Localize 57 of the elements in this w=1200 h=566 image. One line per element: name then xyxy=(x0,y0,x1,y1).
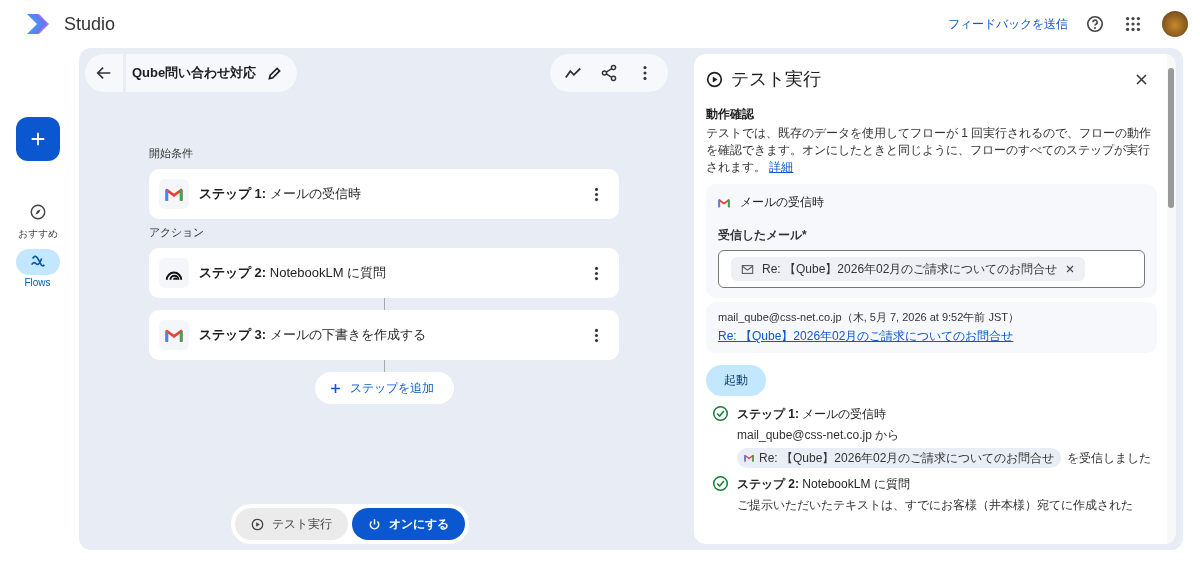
step-card[interactable]: ステップ 1: メールの受信時 xyxy=(149,169,619,219)
step-label: ステップ 1: メールの受信時 xyxy=(199,185,362,203)
add-step-button[interactable]: ステップを追加 xyxy=(314,372,454,404)
turn-on-button[interactable]: オンにする xyxy=(351,508,465,540)
plus-icon xyxy=(328,381,342,395)
email-chip[interactable]: Re: 【Qube】2026年02月のご請求についてのお問合せ xyxy=(737,448,1062,468)
step-card[interactable]: ステップ 2: NotebookLM に質問 xyxy=(149,248,619,298)
test-run-button[interactable]: テスト実行 xyxy=(234,508,348,540)
result-step-title: ステップ 1: メールの受信時 xyxy=(737,406,888,423)
step-card[interactable]: ステップ 3: メールの下書きを作成する xyxy=(149,310,619,360)
envelope-icon xyxy=(741,262,754,276)
mail-logo-icon xyxy=(165,186,183,202)
share-icon[interactable] xyxy=(600,64,618,82)
section-heading: アクション xyxy=(149,225,205,240)
section-heading: 動作確認 xyxy=(706,106,755,123)
start-button[interactable]: 起動 xyxy=(706,365,766,396)
user-avatar[interactable] xyxy=(1162,11,1188,37)
section-heading: 開始条件 xyxy=(149,146,194,161)
apps-grid-icon[interactable] xyxy=(1124,15,1142,33)
email-chip[interactable]: Re: 【Qube】2026年02月のご請求についてのお問合せ xyxy=(731,257,1086,281)
mail-logo-icon xyxy=(718,197,730,208)
power-icon xyxy=(367,517,381,531)
flow-title-field[interactable]: Qube問い合わせ対応 xyxy=(126,54,298,92)
rail-label: おすすめ xyxy=(17,227,58,241)
scrollbar[interactable] xyxy=(1167,54,1176,544)
step-label: ステップ 2: NotebookLM に質問 xyxy=(199,264,388,282)
result-step-title: ステップ 2: NotebookLM に質問 xyxy=(737,476,911,493)
rail-label: Flows xyxy=(24,277,51,288)
check-circle-icon xyxy=(712,475,729,492)
panel-title: テスト実行 xyxy=(731,68,821,91)
help-icon[interactable] xyxy=(1086,15,1104,33)
step-label: ステップ 3: メールの下書きを作成する xyxy=(199,326,427,344)
app-logo-icon xyxy=(25,11,51,37)
remove-icon[interactable] xyxy=(1065,264,1076,274)
back-button[interactable] xyxy=(85,54,123,92)
trigger-title: メールの受信時 xyxy=(740,194,824,211)
check-circle-icon xyxy=(712,405,729,422)
rail-item[interactable] xyxy=(15,249,60,275)
compass-icon xyxy=(28,203,47,221)
feedback-link[interactable]: フィードバックを送信 xyxy=(948,15,1068,33)
result-text: mail_qube@css-net.co.jp から xyxy=(737,427,901,444)
back-arrow-icon xyxy=(95,64,113,82)
details-link[interactable]: 詳細 xyxy=(769,160,794,174)
mail-logo-icon xyxy=(744,454,754,462)
play-circle-icon xyxy=(706,70,723,88)
description-text: テストでは、既存のデータを使用してフローが 1 回実行されるので、フローの動作を確認できます。オンにしたときと同じように、フローのすべてのステップが実行されます。 詳細 xyxy=(706,125,1153,176)
result-text: を受信しました xyxy=(1067,449,1152,467)
mail-logo-icon xyxy=(165,327,183,343)
play-circle-icon xyxy=(250,517,264,531)
mail-subject-link[interactable]: Re: 【Qube】2026年02月のご請求についてのお問合せ xyxy=(718,328,1145,345)
create-button[interactable] xyxy=(15,117,60,161)
result-text: ご提示いただいたテキストは、すでにお客様（井本様）宛てに作成された xyxy=(737,497,1133,514)
email-select-field[interactable]: Re: 【Qube】2026年02月のご請求についてのお問合せ xyxy=(718,250,1145,288)
close-icon[interactable] xyxy=(1134,71,1149,87)
field-label: 受信したメール* xyxy=(718,227,808,244)
mail-sender-info: mail_qube@css-net.co.jp（木, 5月 7, 2026 at 9:52午前 JST） xyxy=(718,310,1020,325)
app-name: Studio xyxy=(64,13,116,35)
